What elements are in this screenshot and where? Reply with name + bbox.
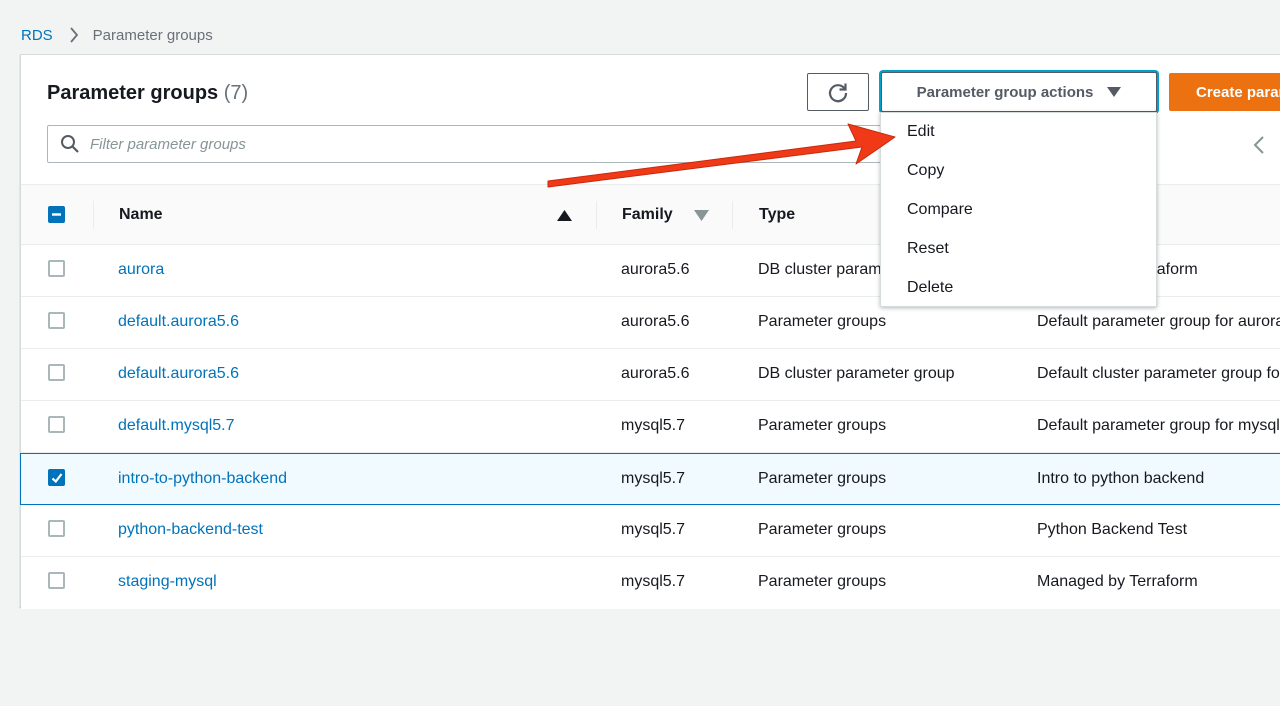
table-row[interactable]: python-backend-test mysql5.7 Parameter g…: [21, 505, 1280, 557]
column-header-type[interactable]: Type: [759, 185, 795, 244]
row-family: mysql5.7: [621, 417, 686, 434]
row-type: Parameter groups: [758, 470, 887, 487]
page-title: Parameter groups (7): [47, 82, 248, 105]
row-description: Default parameter group for mysql5.7: [1037, 417, 1280, 434]
row-type: Parameter groups: [758, 417, 887, 434]
row-description: Python Backend Test: [1037, 521, 1188, 538]
row-type: Parameter groups: [758, 313, 887, 330]
menu-item-edit[interactable]: Edit: [881, 113, 1156, 152]
checkmark-icon: [51, 472, 62, 483]
table-row-selected[interactable]: intro-to-python-backend mysql5.7 Paramet…: [20, 453, 1280, 505]
row-name-link[interactable]: default.aurora5.6: [118, 349, 239, 399]
menu-item-compare[interactable]: Compare: [881, 191, 1156, 230]
breadcrumb-current: Parameter groups: [92, 26, 213, 44]
menu-item-reset[interactable]: Reset: [881, 229, 1156, 268]
breadcrumb: RDS Parameter groups: [21, 25, 213, 45]
row-type: DB cluster parameter group: [758, 365, 955, 382]
select-all-checkbox[interactable]: [48, 206, 65, 223]
breadcrumb-rds-link[interactable]: RDS: [21, 27, 53, 44]
row-name-link[interactable]: staging-mysql: [118, 557, 217, 607]
column-header-name[interactable]: Name: [119, 185, 163, 244]
menu-item-delete[interactable]: Delete: [881, 268, 1156, 307]
filter-input[interactable]: [90, 130, 870, 158]
column-divider: [93, 201, 94, 229]
create-parameter-group-button[interactable]: Create parameter group: [1169, 73, 1280, 111]
row-description: Managed by Terraform: [1037, 573, 1198, 590]
row-checkbox[interactable]: [48, 312, 65, 329]
row-description: Intro to python backend: [1037, 470, 1205, 487]
row-type: Parameter groups: [758, 573, 887, 590]
row-checkbox[interactable]: [48, 572, 65, 589]
menu-item-copy[interactable]: Copy: [881, 152, 1156, 191]
row-checkbox[interactable]: [48, 416, 65, 433]
table-row[interactable]: default.aurora5.6 aurora5.6 DB cluster p…: [21, 349, 1280, 401]
app-root: RDS Parameter groups Parameter groups (7…: [0, 0, 1280, 706]
chevron-left-icon: [1253, 136, 1264, 154]
row-family: mysql5.7: [621, 521, 686, 538]
parameter-group-actions-button[interactable]: Parameter group actions: [881, 72, 1157, 112]
row-family: aurora5.6: [621, 313, 690, 330]
previous-page-button[interactable]: [1253, 135, 1265, 160]
row-family: mysql5.7: [621, 573, 686, 590]
table-row[interactable]: default.mysql5.7 mysql5.7 Parameter grou…: [21, 401, 1280, 453]
row-family: mysql5.7: [621, 470, 686, 487]
row-checkbox[interactable]: [48, 364, 65, 381]
caret-down-icon: [1107, 87, 1122, 97]
sort-icon[interactable]: [694, 210, 709, 221]
row-name-link[interactable]: python-backend-test: [118, 505, 263, 555]
row-description: Default cluster parameter group for auro…: [1037, 365, 1280, 382]
row-family: aurora5.6: [621, 261, 690, 278]
row-family: aurora5.6: [621, 365, 690, 382]
row-name-link[interactable]: default.aurora5.6: [118, 297, 239, 347]
chevron-right-icon: [69, 27, 79, 43]
search-icon: [61, 135, 79, 153]
actions-dropdown-menu: Edit Copy Compare Reset Delete: [880, 112, 1157, 307]
create-button-label: Create parameter group: [1196, 83, 1280, 101]
row-type: Parameter groups: [758, 521, 887, 538]
row-name-link[interactable]: aurora: [118, 245, 164, 295]
column-divider: [596, 201, 597, 229]
item-count: (7): [223, 82, 249, 104]
row-checkbox-checked[interactable]: [48, 469, 65, 486]
column-header-family[interactable]: Family: [622, 185, 673, 244]
row-name-link[interactable]: default.mysql5.7: [118, 401, 235, 451]
actions-button-label: Parameter group actions: [916, 83, 1094, 101]
refresh-icon: [828, 83, 848, 103]
row-checkbox[interactable]: [48, 260, 65, 277]
filter-field[interactable]: [47, 125, 887, 163]
row-name-link[interactable]: intro-to-python-backend: [118, 454, 287, 504]
refresh-button[interactable]: [807, 73, 869, 111]
row-checkbox[interactable]: [48, 520, 65, 537]
table-row[interactable]: staging-mysql mysql5.7 Parameter groups …: [21, 557, 1280, 609]
minus-icon: [52, 213, 61, 216]
column-divider: [732, 201, 733, 229]
sort-ascending-icon[interactable]: [557, 210, 572, 221]
page-title-text: Parameter groups: [47, 82, 219, 104]
